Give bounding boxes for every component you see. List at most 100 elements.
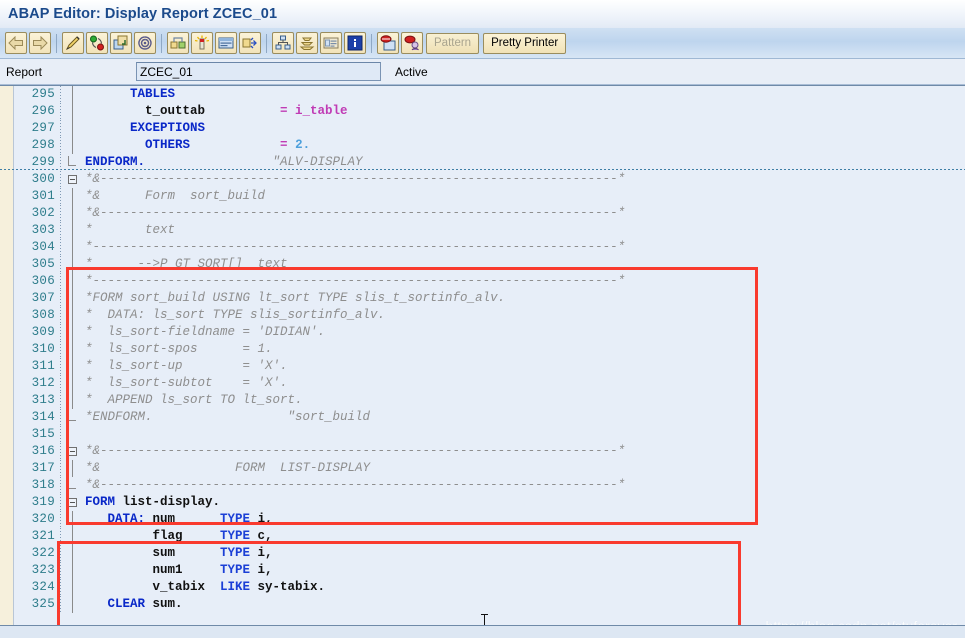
pretty-printer-button[interactable]: Pretty Printer [483, 32, 567, 54]
line-number: 306 [31, 274, 55, 288]
code-line[interactable]: 303 * text [14, 222, 965, 239]
code-line[interactable]: 324 v_tabix LIKE sy-tabix. [14, 579, 965, 596]
fold-guide-line [61, 239, 83, 256]
code-line[interactable]: 297 EXCEPTIONS [14, 120, 965, 137]
code-line[interactable]: 296 t_outtab = i_table [14, 103, 965, 120]
gutter-separator [60, 426, 61, 443]
code-text: *ENDFORM. "sort_build [85, 410, 371, 424]
code-line[interactable]: 320 DATA: num TYPE i, [14, 511, 965, 528]
code-text: TABLES [130, 87, 176, 101]
report-name-input[interactable] [136, 62, 381, 81]
line-number: 322 [31, 546, 55, 560]
display-list-icon[interactable] [215, 32, 237, 54]
page-title: ABAP Editor: Display Report ZCEC_01 [8, 6, 278, 22]
code-line[interactable]: 322 sum TYPE i, [14, 545, 965, 562]
code-text: DATA: num TYPE i, [107, 512, 273, 526]
fold-guide-line [61, 205, 83, 222]
forward-arrow-icon[interactable] [29, 32, 51, 54]
code-line[interactable]: 312 * ls_sort-subtot = 'X'. [14, 375, 965, 392]
breakpoint-icon[interactable] [377, 32, 399, 54]
code-line[interactable]: 295 TABLES [14, 86, 965, 103]
code-line[interactable]: 306 *------------------------------------… [14, 273, 965, 290]
line-number: 313 [31, 393, 55, 407]
fold-guide-line [61, 511, 83, 528]
stack-icon[interactable] [296, 32, 318, 54]
code-text: * ls_sort-up = 'X'. [85, 359, 288, 373]
code-text: EXCEPTIONS [130, 121, 206, 135]
where-used-icon[interactable] [134, 32, 156, 54]
code-line[interactable]: 318 *&-----------------------------------… [14, 477, 965, 494]
line-number: 319 [31, 495, 55, 509]
fold-guide-line [61, 86, 83, 103]
line-number: 296 [31, 104, 55, 118]
fold-guide-line [61, 290, 83, 307]
line-number: 301 [31, 189, 55, 203]
code-text: *---------------------------------------… [85, 240, 626, 254]
code-line[interactable]: 310 * ls_sort-spos = 1. [14, 341, 965, 358]
code-line[interactable]: 311 * ls_sort-up = 'X'. [14, 358, 965, 375]
code-line[interactable]: 309 * ls_sort-fieldname = 'DIDIAN'. [14, 324, 965, 341]
information-icon[interactable] [344, 32, 366, 54]
report-status-text: Active [395, 64, 428, 79]
code-line[interactable]: 298 OTHERS = 2. [14, 137, 965, 154]
activate-icon[interactable] [86, 32, 108, 54]
line-number: 299 [31, 155, 55, 169]
pattern-button[interactable]: Pattern [426, 32, 480, 54]
code-text: *&--------------------------------------… [85, 444, 626, 458]
fold-collapse-icon[interactable] [61, 447, 83, 456]
code-line[interactable]: 319 FORM list-display. [14, 494, 965, 511]
code-line[interactable]: 308 * DATA: ls_sort TYPE slis_sortinfo_al… [14, 307, 965, 324]
code-text: CLEAR sum. [107, 597, 183, 611]
fold-guide-line [61, 324, 83, 341]
code-lines-container[interactable]: 295 TABLES 296 t_outtab = i_table 297 EXCE… [14, 86, 965, 638]
code-line[interactable]: 313 * APPEND ls_sort TO lt_sort. [14, 392, 965, 409]
code-line[interactable]: 316 *&-----------------------------------… [14, 443, 965, 460]
code-text: v_tabix LIKE sy-tabix. [85, 580, 326, 594]
line-number: 309 [31, 325, 55, 339]
line-number: 304 [31, 240, 55, 254]
code-text: FORM list-display. [85, 495, 221, 509]
main-toolbar: Pattern Pretty Printer [0, 28, 965, 59]
debugger-icon[interactable] [401, 32, 423, 54]
check-syntax-icon[interactable] [62, 32, 84, 54]
fold-guide-line [61, 341, 83, 358]
code-text: * ls_sort-subtot = 'X'. [85, 376, 288, 390]
code-text: * ls_sort-fieldname = 'DIDIAN'. [85, 325, 326, 339]
fold-guide-line [61, 545, 83, 562]
code-line[interactable]: 299 ENDFORM. "ALV-DISPLAY [14, 154, 965, 171]
object-navigator-icon[interactable] [167, 32, 189, 54]
code-line[interactable]: 300 *&-----------------------------------… [14, 171, 965, 188]
line-number: 305 [31, 257, 55, 271]
line-number: 317 [31, 461, 55, 475]
fold-guide-line [61, 392, 83, 409]
editor-bottom-bar [0, 625, 965, 638]
line-number: 315 [31, 427, 55, 441]
code-line[interactable]: 302 *&-----------------------------------… [14, 205, 965, 222]
hierarchy-icon[interactable] [272, 32, 294, 54]
code-line[interactable]: 305 * -->P_GT_SORT[] text [14, 256, 965, 273]
code-line[interactable]: 314 *ENDFORM. "sort_build [14, 409, 965, 426]
code-line[interactable]: 301 *& Form sort_build [14, 188, 965, 205]
properties-icon[interactable] [320, 32, 342, 54]
fold-collapse-icon[interactable] [61, 175, 83, 184]
code-text: * APPEND ls_sort TO lt_sort. [85, 393, 303, 407]
navigate-icon[interactable] [239, 32, 261, 54]
code-editor[interactable]: 295 TABLES 296 t_outtab = i_table 297 EXCE… [0, 85, 965, 638]
code-line[interactable]: 323 num1 TYPE i, [14, 562, 965, 579]
back-arrow-icon[interactable] [5, 32, 27, 54]
fold-guide-line [61, 137, 83, 154]
code-text: OTHERS = 2. [145, 138, 311, 152]
fold-guide-line [61, 460, 83, 477]
generate-icon[interactable] [191, 32, 213, 54]
code-line[interactable]: 307 *FORM sort_build USING lt_sort TYPE s… [14, 290, 965, 307]
code-line[interactable]: 304 *------------------------------------… [14, 239, 965, 256]
copy-object-icon[interactable] [110, 32, 132, 54]
fold-collapse-icon[interactable] [61, 498, 83, 507]
code-line[interactable]: 315 [14, 426, 965, 443]
code-line[interactable]: 317 *& FORM LIST-DISPLAY [14, 460, 965, 477]
code-text: *FORM sort_build USING lt_sort TYPE slis… [85, 291, 506, 305]
code-line[interactable]: 325 CLEAR sum. [14, 596, 965, 613]
code-line[interactable]: 321 flag TYPE c, [14, 528, 965, 545]
fold-guide-line [61, 596, 83, 613]
line-number: 300 [31, 172, 55, 186]
